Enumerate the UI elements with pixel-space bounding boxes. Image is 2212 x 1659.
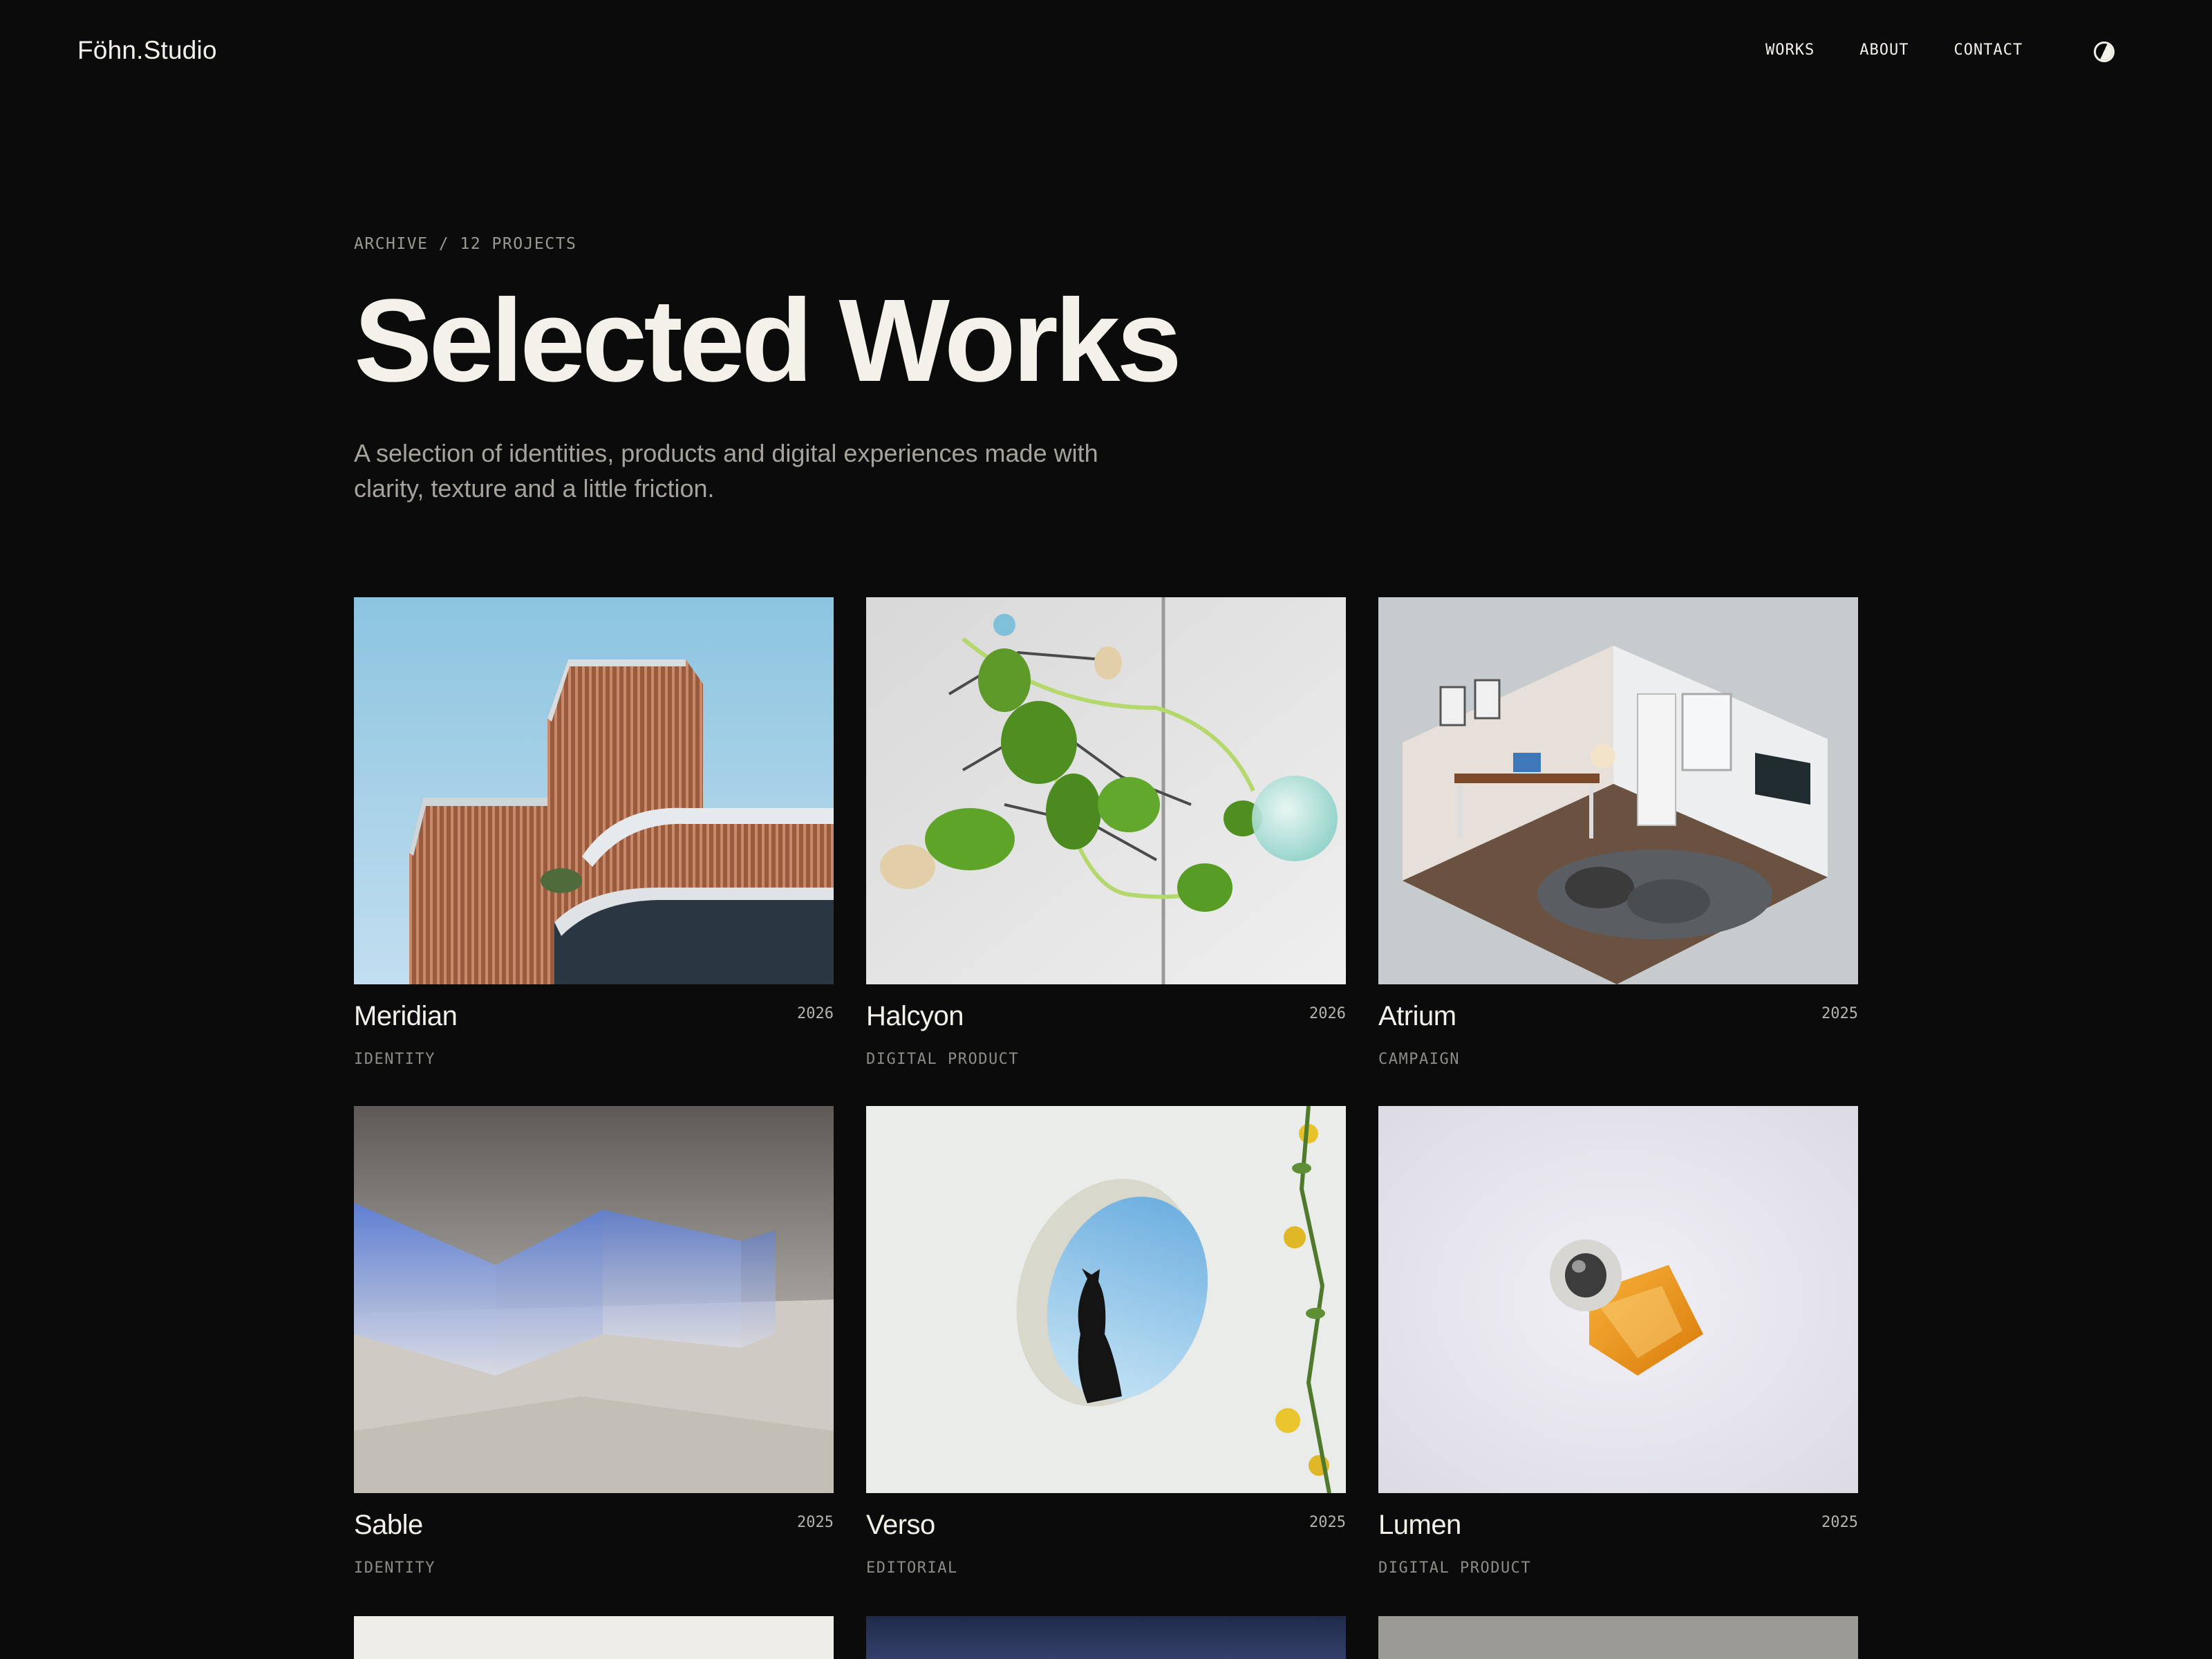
project-category: DIGITAL PRODUCT (1378, 1559, 1532, 1577)
project-year: 2025 (1821, 1514, 1858, 1531)
archive-count: ARCHIVE / 12 PROJECTS (354, 235, 577, 253)
project-image-atrium[interactable] (1378, 597, 1858, 984)
project-card-verso[interactable]: Verso 2025 EDITORIAL (866, 1106, 1346, 1586)
project-image-halcyon[interactable] (866, 597, 1346, 984)
project-title: Verso (866, 1510, 935, 1540)
project-year: 2025 (1309, 1514, 1346, 1531)
project-category: CAMPAIGN (1378, 1051, 1460, 1068)
studio-logo[interactable]: Föhn.Studio (77, 36, 217, 65)
project-category: DIGITAL PRODUCT (866, 1051, 1020, 1068)
nav-works[interactable]: WORKS (1765, 41, 1815, 59)
project-meta: Atrium 2025 CAMPAIGN (1378, 984, 1858, 1077)
contrast-icon[interactable] (2094, 41, 2115, 62)
project-title: Halcyon (866, 1001, 964, 1031)
project-title: Atrium (1378, 1001, 1456, 1031)
project-meta: Meridian 2026 IDENTITY (354, 984, 834, 1077)
project-card-meridian[interactable]: Meridian 2026 IDENTITY (354, 597, 834, 1077)
next-row-preview (354, 1616, 1858, 1659)
hero-section: ARCHIVE / 12 PROJECTS Selected Works A s… (354, 235, 1875, 506)
project-image-peek[interactable] (354, 1616, 834, 1659)
site-header: Föhn.Studio WORKS ABOUT CONTACT (0, 0, 2212, 104)
project-meta: Sable 2025 IDENTITY (354, 1493, 834, 1586)
project-image-peek[interactable] (866, 1616, 1346, 1659)
project-year: 2025 (797, 1514, 834, 1531)
project-card-sable[interactable]: Sable 2025 IDENTITY (354, 1106, 834, 1586)
project-image-peek[interactable] (1378, 1616, 1858, 1659)
project-meta: Verso 2025 EDITORIAL (866, 1493, 1346, 1586)
main-nav: WORKS ABOUT CONTACT (1765, 41, 2068, 59)
intro-text: A selection of identities, products and … (354, 439, 1098, 503)
project-image-sable[interactable] (354, 1106, 834, 1493)
project-category: EDITORIAL (866, 1559, 958, 1577)
project-year: 2026 (1309, 1005, 1346, 1022)
project-category: IDENTITY (354, 1559, 435, 1577)
project-card-halcyon[interactable]: Halcyon 2026 DIGITAL PRODUCT (866, 597, 1346, 1077)
project-card-atrium[interactable]: Atrium 2025 CAMPAIGN (1378, 597, 1858, 1077)
project-title: Lumen (1378, 1510, 1461, 1540)
project-category: IDENTITY (354, 1051, 435, 1068)
project-year: 2025 (1821, 1005, 1858, 1022)
project-meta: Lumen 2025 DIGITAL PRODUCT (1378, 1493, 1858, 1586)
project-title: Sable (354, 1510, 423, 1540)
project-image-lumen[interactable] (1378, 1106, 1858, 1493)
project-image-meridian[interactable] (354, 597, 834, 984)
project-year: 2026 (797, 1005, 834, 1022)
project-meta: Halcyon 2026 DIGITAL PRODUCT (866, 984, 1346, 1077)
nav-about[interactable]: ABOUT (1859, 41, 1909, 59)
page-title: Selected Works (354, 275, 1182, 406)
nav-contact[interactable]: CONTACT (1953, 41, 2023, 59)
project-grid: Meridian 2026 IDENTITY Halcyon 2026 DIGI… (354, 597, 1858, 1586)
project-card-lumen[interactable]: Lumen 2025 DIGITAL PRODUCT (1378, 1106, 1858, 1586)
project-image-verso[interactable] (866, 1106, 1346, 1493)
project-title: Meridian (354, 1001, 458, 1031)
